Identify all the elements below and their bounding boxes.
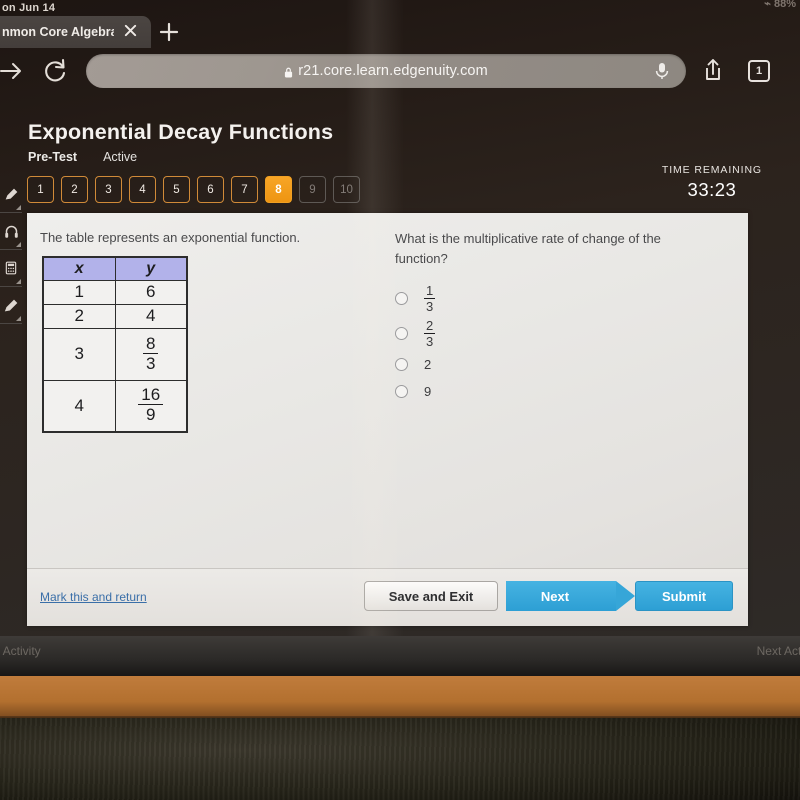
pencil-icon[interactable] bbox=[0, 287, 22, 324]
radio-button[interactable] bbox=[395, 327, 408, 340]
address-bar[interactable]: r21.core.learn.edgenuity.com bbox=[86, 54, 686, 88]
carpet-background bbox=[0, 718, 800, 800]
lesson-meta: Pre-Test Active bbox=[28, 150, 137, 164]
fraction-denominator: 3 bbox=[424, 332, 436, 349]
answer-choice-label: 9 bbox=[424, 384, 432, 399]
table-cell-y: 4 bbox=[114, 303, 188, 329]
share-icon[interactable] bbox=[702, 58, 724, 82]
next-activity-label[interactable]: Next Acti bbox=[757, 644, 800, 658]
status-badge: Active bbox=[103, 150, 138, 164]
lesson-header: Exponential Decay Functions Pre-Test Act… bbox=[0, 102, 800, 210]
question-navigator: 1 2 3 4 5 6 7 8 9 10 bbox=[27, 176, 360, 203]
table-cell-y: 6 bbox=[114, 279, 188, 305]
answer-choice-label: 2 bbox=[424, 357, 432, 372]
forward-arrow-icon[interactable] bbox=[0, 56, 26, 86]
status-bar-date: on Jun 14 bbox=[2, 2, 56, 14]
tablet-screen: on Jun 14 ⌁ 88% nmon Core Algebra I r21.… bbox=[0, 0, 800, 640]
submit-button[interactable]: Submit bbox=[635, 581, 733, 611]
question-text: What is the multiplicative rate of chang… bbox=[395, 231, 661, 266]
microphone-icon[interactable] bbox=[654, 62, 670, 80]
table-cell-y: 8 3 bbox=[114, 327, 188, 381]
photo-of-tablet-screen: on Jun 14 ⌁ 88% nmon Core Algebra I r21.… bbox=[0, 0, 800, 800]
answer-choice-b[interactable]: 2 3 bbox=[395, 316, 436, 351]
time-remaining-label: TIME REMAINING bbox=[661, 164, 762, 176]
table-cell-x: 4 bbox=[42, 379, 116, 433]
plus-icon[interactable] bbox=[158, 21, 180, 43]
fraction: 16 9 bbox=[138, 385, 164, 423]
answer-choice-label: 1 3 bbox=[424, 282, 436, 314]
previous-activity-label[interactable]: s Activity bbox=[0, 644, 41, 658]
fraction-numerator: 2 bbox=[426, 317, 434, 333]
save-and-exit-button[interactable]: Save and Exit bbox=[364, 581, 498, 611]
table-cell-x: 1 bbox=[42, 279, 116, 305]
address-bar-url: r21.core.learn.edgenuity.com bbox=[298, 63, 488, 79]
answer-choice-a[interactable]: 1 3 bbox=[395, 281, 436, 316]
value-table: x y 1 6 2 4 3 8 3 4 16 9 bbox=[42, 256, 188, 433]
table-header-row: x y bbox=[42, 256, 188, 281]
table-cell-x: 3 bbox=[42, 327, 116, 381]
table-row: 3 8 3 bbox=[42, 327, 188, 381]
table-cell-x: 2 bbox=[42, 303, 116, 329]
table-row: 1 6 bbox=[42, 279, 188, 305]
question-button-1[interactable]: 1 bbox=[27, 176, 54, 203]
fraction: 1 3 bbox=[424, 282, 436, 314]
desk-surface bbox=[0, 676, 800, 722]
answer-choice-label: 2 3 bbox=[424, 317, 436, 349]
answer-choices: 1 3 2 3 2 9 bbox=[395, 281, 436, 405]
tab-count-icon[interactable]: 1 bbox=[748, 60, 770, 82]
page-title: Exponential Decay Functions bbox=[28, 120, 334, 144]
assignment-type-label: Pre-Test bbox=[28, 150, 78, 164]
question-button-9: 9 bbox=[299, 176, 326, 203]
fraction-denominator: 9 bbox=[138, 404, 164, 423]
question-button-7[interactable]: 7 bbox=[231, 176, 258, 203]
fraction-numerator: 1 bbox=[426, 282, 434, 298]
question-button-5[interactable]: 5 bbox=[163, 176, 190, 203]
tool-rail bbox=[0, 176, 22, 326]
reload-icon[interactable] bbox=[40, 56, 70, 86]
screen-bezel-bottom: s Activity Next Acti bbox=[0, 636, 800, 680]
answer-choice-d[interactable]: 9 bbox=[395, 378, 435, 405]
question-button-4[interactable]: 4 bbox=[129, 176, 156, 203]
question-button-3[interactable]: 3 bbox=[95, 176, 122, 203]
calculator-icon[interactable] bbox=[0, 250, 22, 287]
time-remaining: TIME REMAINING 33:23 bbox=[662, 164, 762, 201]
radio-button[interactable] bbox=[395, 358, 408, 371]
question-button-2[interactable]: 2 bbox=[61, 176, 88, 203]
status-bar-battery: ⌁ 88% bbox=[764, 0, 796, 10]
table-header-y: y bbox=[114, 256, 188, 281]
headphones-icon[interactable] bbox=[0, 213, 22, 250]
mark-this-and-return-link[interactable]: Mark this and return bbox=[40, 590, 147, 604]
lock-icon bbox=[284, 66, 293, 77]
address-bar-text-group: r21.core.learn.edgenuity.com bbox=[284, 63, 488, 79]
next-button[interactable]: Next bbox=[506, 581, 635, 611]
fraction-numerator: 8 bbox=[146, 333, 156, 353]
fraction: 8 3 bbox=[143, 333, 159, 372]
fraction-denominator: 3 bbox=[143, 352, 159, 372]
question-button-10: 10 bbox=[333, 176, 360, 203]
browser-toolbar: r21.core.learn.edgenuity.com 1 bbox=[0, 42, 800, 100]
table-row: 2 4 bbox=[42, 303, 188, 329]
browser-tab-title: nmon Core Algebra I bbox=[2, 25, 114, 39]
question-button-6[interactable]: 6 bbox=[197, 176, 224, 203]
fraction: 2 3 bbox=[424, 317, 436, 349]
highlighter-icon[interactable] bbox=[0, 176, 22, 213]
question-card-body: The table represents an exponential func… bbox=[27, 213, 748, 568]
fraction-denominator: 3 bbox=[424, 297, 436, 314]
time-remaining-value: 33:23 bbox=[687, 179, 737, 200]
question-card: The table represents an exponential func… bbox=[27, 213, 748, 626]
answer-choice-c[interactable]: 2 bbox=[395, 351, 435, 378]
table-header-x: x bbox=[42, 256, 116, 281]
table-prompt: The table represents an exponential func… bbox=[40, 230, 301, 245]
close-icon[interactable] bbox=[123, 23, 138, 38]
question-card-footer: Mark this and return Save and Exit Next … bbox=[27, 568, 748, 626]
browser-chrome: on Jun 14 ⌁ 88% nmon Core Algebra I r21.… bbox=[0, 0, 800, 102]
radio-button[interactable] bbox=[395, 385, 408, 398]
question-button-8[interactable]: 8 bbox=[265, 176, 292, 203]
activity-bar: s Activity Next Acti bbox=[0, 636, 800, 668]
radio-button[interactable] bbox=[395, 292, 408, 305]
table-cell-y: 16 9 bbox=[114, 379, 188, 433]
table-row: 4 16 9 bbox=[42, 379, 188, 433]
fraction-numerator: 16 bbox=[141, 385, 161, 405]
